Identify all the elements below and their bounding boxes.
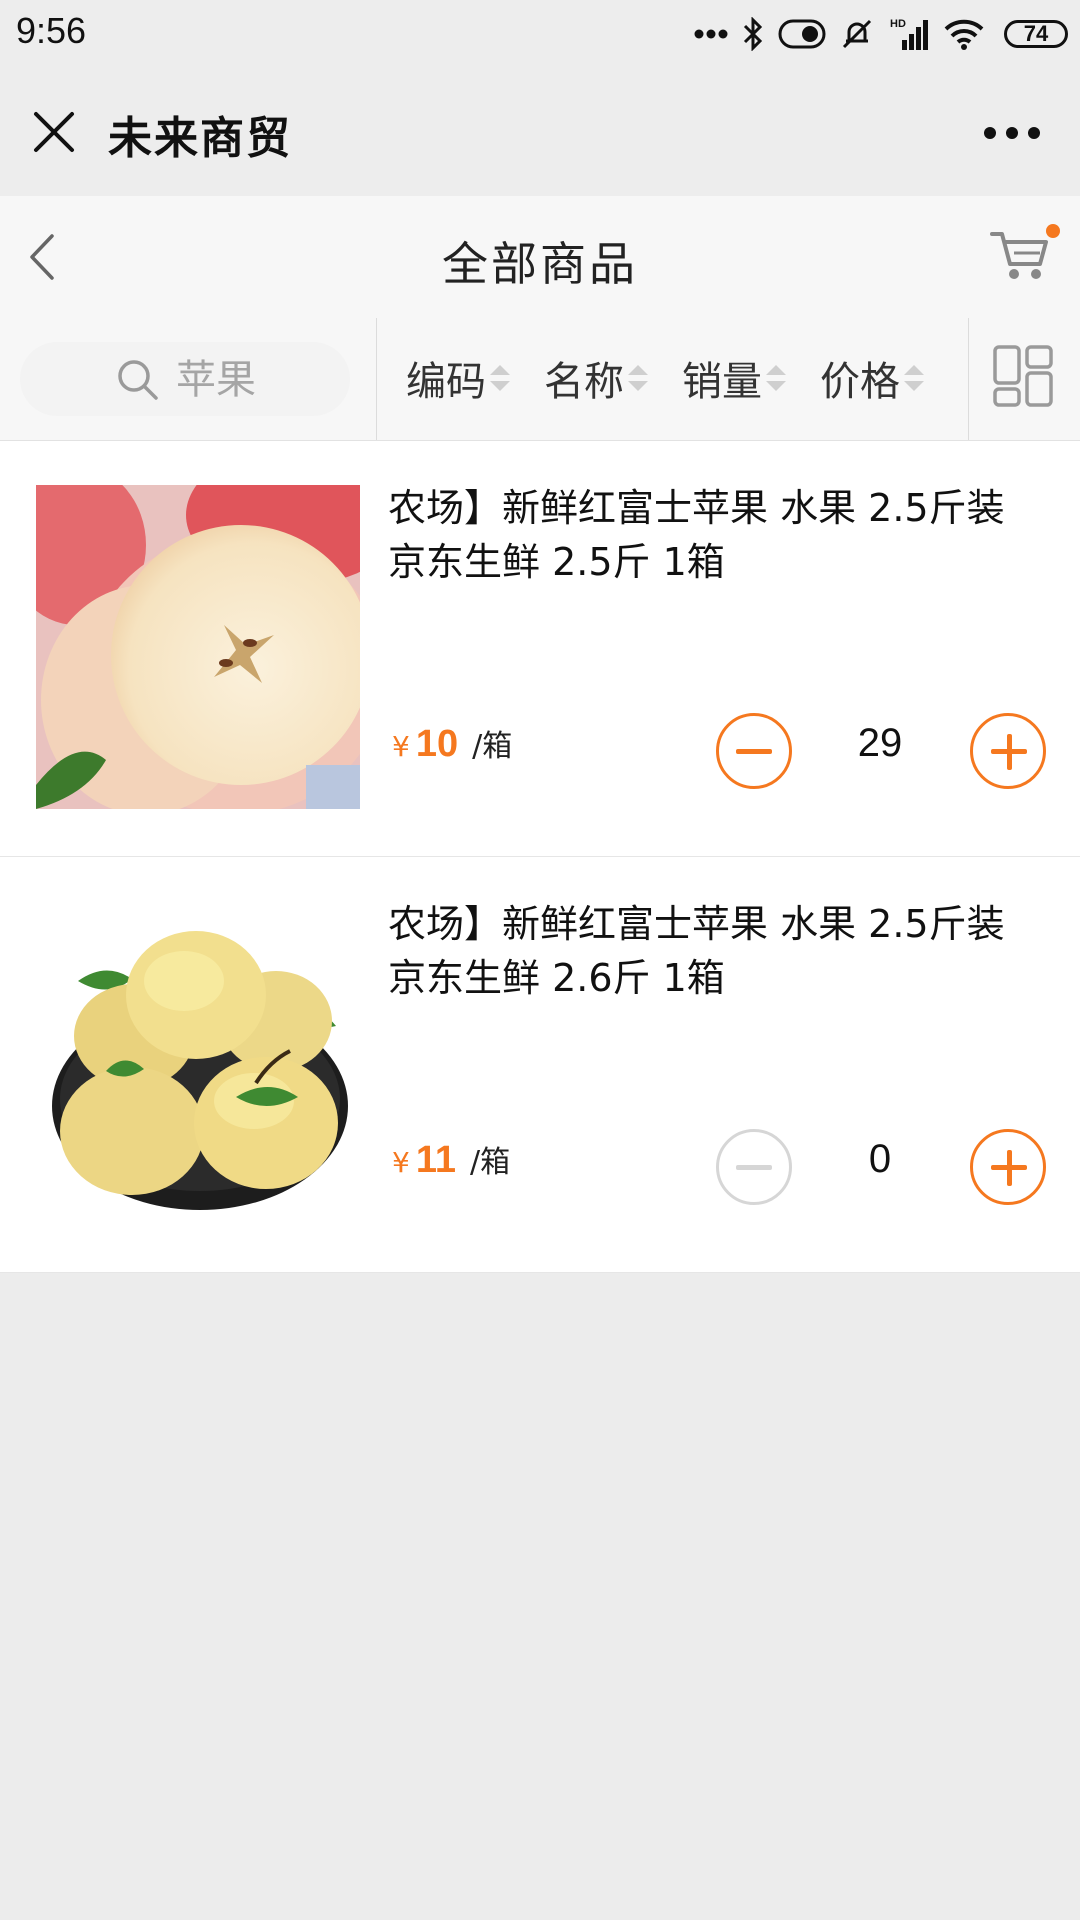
price-value: 10 [415,723,459,765]
product-item[interactable]: 农场】新鲜红富士苹果 水果 2.5斤装 京东生鲜 2.5斤 1箱 ¥ 10 /箱… [0,441,1080,857]
miniapp-title-bar: 未来商贸 [0,70,1080,196]
filter-divider [968,318,969,440]
search-box[interactable] [20,342,350,416]
status-time: 9:56 [16,10,87,51]
more-dots-icon [694,29,728,39]
grid-view-icon[interactable] [992,344,1054,408]
product-item[interactable]: 农场】新鲜红富士苹果 水果 2.5斤装 京东生鲜 2.6斤 1箱 ¥ 11 /箱… [0,857,1080,1273]
sort-by-price[interactable]: 价格 [820,348,924,408]
toggle-icon [778,19,826,49]
price-symbol: ¥ [392,1146,410,1179]
sort-arrows-icon [490,365,510,391]
increase-quantity-button[interactable] [970,1129,1046,1205]
price-unit: /箱 [472,729,513,764]
sort-by-sales[interactable]: 销量 [682,348,786,408]
quantity-value: 29 [857,721,903,765]
product-image-yellow-apples[interactable] [36,901,360,1225]
cart-icon[interactable] [988,224,1052,284]
sort-label: 编码 [406,359,486,405]
hd-signal-icon: HD [890,18,928,50]
sort-by-name[interactable]: 名称 [544,348,648,408]
page-header: 全部商品 [0,196,1080,319]
price-value: 11 [415,1139,456,1181]
search-input[interactable] [174,352,338,408]
sort-label: 价格 [820,359,900,405]
close-icon[interactable] [30,108,78,156]
filter-bar: 编码 名称 销量 价格 [0,318,1080,441]
minus-icon [736,748,772,754]
decrease-quantity-button[interactable] [716,1129,792,1205]
svg-text:HD: HD [890,18,906,30]
sort-label: 销量 [682,359,762,405]
price-unit: /箱 [470,1145,511,1180]
battery-icon: 74 [1004,20,1068,48]
search-icon [118,360,158,400]
sort-label: 名称 [544,359,624,405]
sort-by-code[interactable]: 编码 [406,348,510,408]
sort-arrows-icon [904,365,924,391]
sort-arrows-icon [766,365,786,391]
price-symbol: ¥ [392,730,410,763]
status-icons: HD 74 [694,12,1068,56]
cart-badge [1046,224,1060,238]
product-price: ¥ 10 /箱 [392,721,512,766]
product-name: 农场】新鲜红富士苹果 水果 2.5斤装 京东生鲜 2.6斤 1箱 [388,902,1005,1000]
product-name: 农场】新鲜红富士苹果 水果 2.5斤装 京东生鲜 2.5斤 1箱 [388,486,1005,584]
wifi-icon [944,19,984,50]
increase-quantity-button[interactable] [970,713,1046,789]
product-list: 农场】新鲜红富士苹果 水果 2.5斤装 京东生鲜 2.5斤 1箱 ¥ 10 /箱… [0,441,1080,1273]
decrease-quantity-button[interactable] [716,713,792,789]
page-title: 全部商品 [442,237,638,291]
filter-divider [376,318,377,440]
sort-arrows-icon [628,365,648,391]
product-image-apple-slice[interactable] [36,485,360,809]
minus-icon [736,1164,772,1170]
miniapp-title: 未来商贸 [108,113,292,164]
bluetooth-icon [743,17,763,51]
mute-bell-icon [842,19,872,49]
product-price: ¥ 11 /箱 [392,1137,510,1182]
quantity-value: 0 [868,1137,892,1181]
more-options-icon[interactable] [982,126,1042,140]
status-bar: 9:56 HD 74 [0,0,1080,70]
